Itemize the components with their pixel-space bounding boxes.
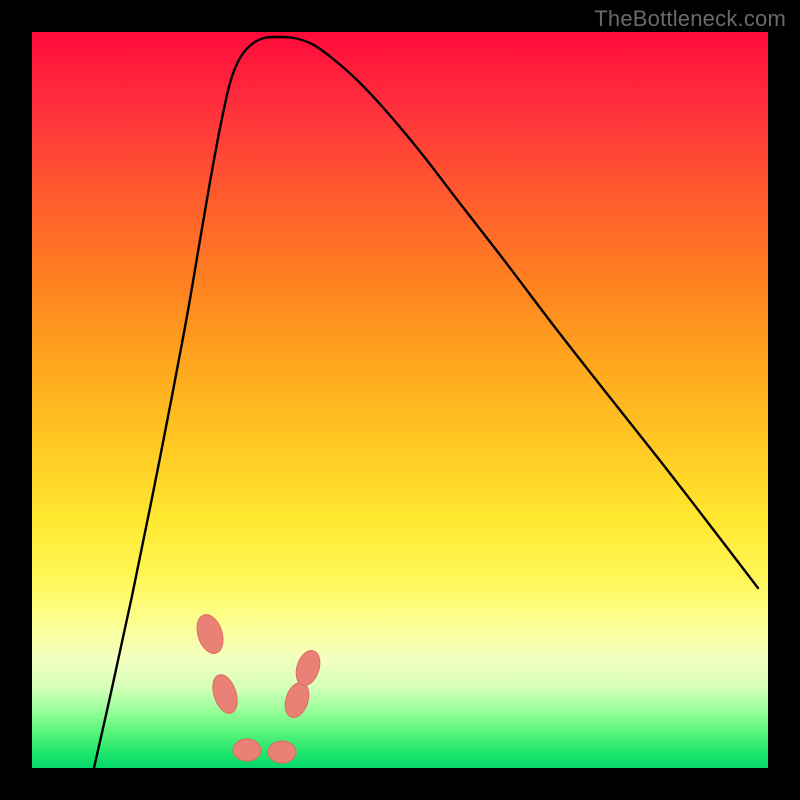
marker-1 [192, 611, 227, 656]
marker-2 [208, 672, 241, 717]
chart-svg [32, 32, 768, 768]
marker-6 [292, 647, 324, 688]
marker-3 [233, 739, 261, 761]
chart-frame: TheBottleneck.com [0, 0, 800, 800]
marker-4 [268, 741, 296, 763]
markers-group [192, 611, 324, 763]
attribution-watermark: TheBottleneck.com [594, 6, 786, 32]
marker-5 [281, 679, 313, 720]
bottleneck-curve [94, 37, 758, 768]
